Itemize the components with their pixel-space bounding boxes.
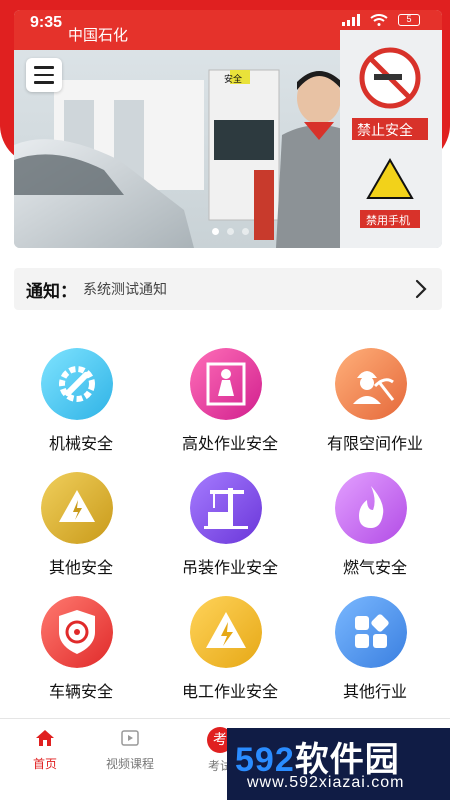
category-label: 高处作业安全 <box>181 434 278 453</box>
carousel-dot[interactable] <box>227 228 234 235</box>
worker-pickaxe-icon <box>335 348 407 420</box>
menu-button[interactable] <box>26 58 62 92</box>
tab-label: 首页 <box>32 757 57 771</box>
category-item-vehicle-safety[interactable]: 车辆安全 <box>6 588 146 708</box>
status-time: 9:35 <box>30 14 63 31</box>
carousel-dot[interactable] <box>212 228 219 235</box>
category-label: 电工作业安全 <box>181 682 278 701</box>
tab-video-courses[interactable]: 视频课程 <box>85 729 175 772</box>
signal-icon <box>342 14 360 26</box>
category-label: 机械安全 <box>48 434 113 453</box>
category-item-height-work[interactable]: 高处作业安全 <box>155 340 295 460</box>
warning-icon <box>41 472 113 544</box>
notice-bar[interactable]: 通知： 系统测试通知 <box>14 268 442 310</box>
battery-icon: 5 <box>398 14 420 26</box>
category-label: 其他行业 <box>342 682 407 701</box>
video-icon <box>121 730 139 746</box>
category-item-lifting-work[interactable]: 吊装作业安全 <box>155 464 295 584</box>
pump-sign-text: 安全 <box>224 73 242 85</box>
tab-label: 视频课程 <box>105 757 154 771</box>
flame-icon <box>335 472 407 544</box>
notice-text: 系统测试通知 <box>83 282 167 298</box>
category-item-mechanical-safety[interactable]: 机械安全 <box>6 340 146 460</box>
worker-height-icon <box>190 348 262 420</box>
banner-photo: 中国石化 安全 禁止安全 禁用手机 <box>14 10 442 248</box>
carousel-dot[interactable] <box>242 228 249 235</box>
carousel-dots <box>212 228 249 235</box>
category-item-other-safety[interactable]: 其他安全 <box>6 464 146 584</box>
category-item-electrical-work[interactable]: 电工作业安全 <box>155 588 295 708</box>
apps-icon <box>335 596 407 668</box>
tab-home[interactable]: 首页 <box>0 729 90 772</box>
gear-wrench-icon <box>41 348 113 420</box>
status-bar: 9:35 5 <box>0 0 450 44</box>
category-item-other-industries[interactable]: 其他行业 <box>300 588 440 708</box>
category-label: 有限空间作业 <box>326 434 423 453</box>
category-label: 车辆安全 <box>48 682 113 701</box>
steering-shield-icon <box>41 596 113 668</box>
menu-bar <box>34 81 54 84</box>
menu-bar <box>34 73 54 77</box>
no-smoking-text: 禁止安全 <box>357 122 413 139</box>
wifi-icon <box>370 14 388 26</box>
watermark-url: www.592xiazai.com <box>247 774 405 791</box>
home-icon <box>36 730 54 746</box>
menu-bar <box>34 66 54 69</box>
category-label: 燃气安全 <box>342 558 407 577</box>
chevron-right-icon[interactable] <box>414 278 428 300</box>
status-icons: 5 <box>342 14 420 26</box>
crane-icon <box>190 472 262 544</box>
category-item-confined-space[interactable]: 有限空间作业 <box>300 340 440 460</box>
category-item-gas-safety[interactable]: 燃气安全 <box>300 464 440 584</box>
banner-carousel[interactable]: 中国石化 安全 禁止安全 禁用手机 <box>14 10 442 248</box>
electric-warning-icon <box>190 596 262 668</box>
watermark-logo: 592软件园 www.592xiazai.com <box>227 728 450 800</box>
category-label: 吊装作业安全 <box>181 558 278 577</box>
no-phone-text: 禁用手机 <box>366 213 410 227</box>
category-label: 其他安全 <box>48 558 113 577</box>
notice-label: 通知： <box>26 281 77 302</box>
